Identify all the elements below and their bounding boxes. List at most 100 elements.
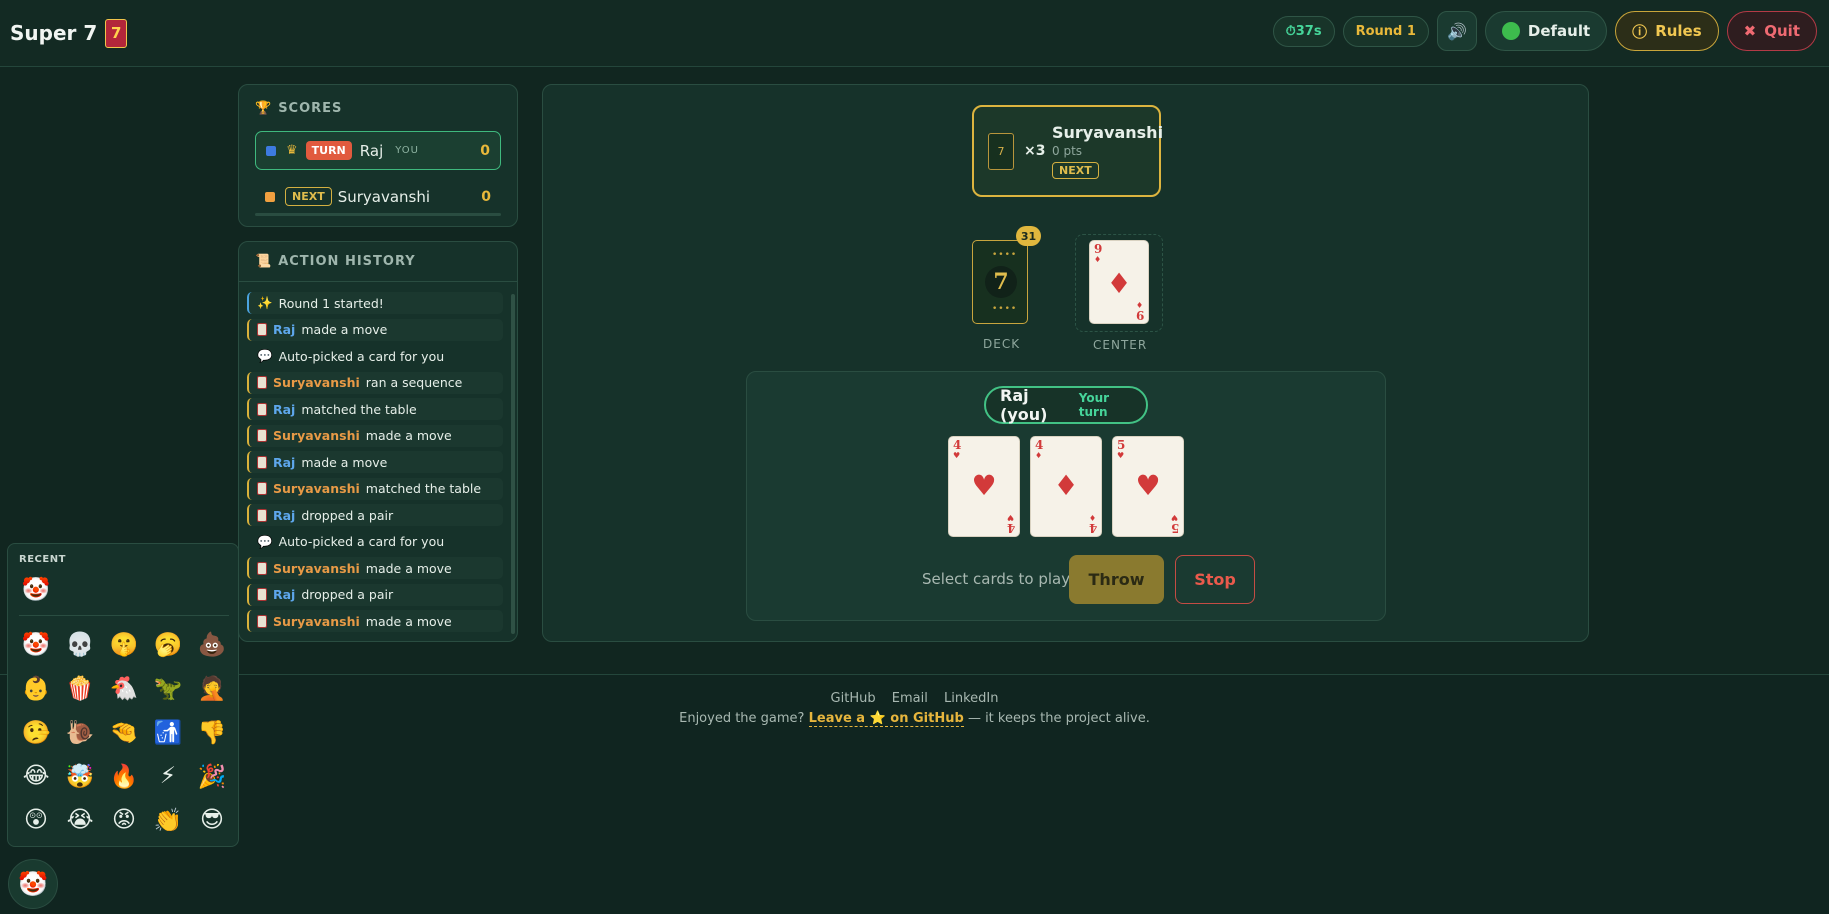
recent-emoji-clown[interactable]: 🤡 [19,572,53,606]
emoji-option[interactable]: 🤯 [63,759,97,793]
history-item: Raj dropped a pair [247,504,503,526]
card-rank-inverted: 5 [1170,521,1179,535]
history-text: dropped a pair [301,587,394,602]
emoji-option[interactable]: 🦖 [151,671,185,705]
trophy-icon: 🏆 [255,101,273,116]
center-label: CENTER [1093,338,1148,352]
history-text: made a move [365,428,452,443]
emoji-option[interactable]: 👶 [19,671,53,705]
history-item: Suryavanshi made a move [247,610,503,632]
hand-card-2[interactable]: 4 ♦ ♦ ♦ 4 [1030,436,1102,537]
hand-card-3[interactable]: 5 ♥ ♥ ♥ 5 [1112,436,1184,537]
hand-card-1[interactable]: 4 ♥ ♥ ♥ 4 [948,436,1020,537]
top-bar: Super 7 7 ⏱ 37s Round 1 🔊 Default ⓘ Rule… [0,0,1829,67]
emoji-option[interactable]: 👏 [151,803,185,837]
opponent-next-badge: NEXT [1052,162,1099,179]
emoji-option[interactable]: 🐔 [107,671,141,705]
current-player-name: Raj (you) [1000,386,1048,424]
history-player-name: Raj [273,401,296,417]
emoji-option[interactable]: 👎 [195,715,229,749]
email-link[interactable]: Email [892,691,928,706]
emoji-option[interactable]: 😭 [63,803,97,837]
emoji-option[interactable]: 🎉 [195,759,229,793]
card-rank-inverted: 9 [1135,308,1144,322]
card-icon [257,429,267,442]
turn-badge: TURN [305,141,352,160]
info-icon: ⓘ [1632,22,1648,41]
emoji-option[interactable]: 💩 [195,627,229,661]
scores-panel: 🏆 SCORES ♛ TURN Raj YOU 0 NEXT Suryavans… [238,84,518,227]
history-text: matched the table [365,481,482,496]
emoji-option[interactable]: 😲 [19,803,53,837]
opponent-name: Suryavanshi [1052,123,1164,142]
history-item: 💬 Auto-picked a card for you [247,531,503,553]
emoji-option[interactable]: 😡 [107,803,141,837]
emoji-option[interactable]: 😂 [19,759,53,793]
deck-emblem: 7 [985,266,1017,298]
rules-button[interactable]: ⓘ Rules [1615,11,1719,51]
footer-note-prefix: Enjoyed the game? [679,711,805,726]
github-star-link[interactable]: Leave a ⭐ on GitHub [808,711,964,727]
history-header: 📜 ACTION HISTORY [239,242,517,282]
history-text: made a move [365,613,452,629]
card-icon [257,508,267,522]
history-item: Suryavanshi matched the table [247,477,503,500]
history-text: made a move [365,560,452,576]
deck-pile[interactable]: •••• 7 •••• [972,240,1028,324]
scores-scroll-indicator [255,213,501,216]
emoji-option[interactable]: 🤏 [107,715,141,749]
emoji-option[interactable]: 🤡 [19,627,53,661]
emoji-option[interactable]: 🤦 [195,671,229,705]
emoji-option[interactable]: 🚮 [151,715,185,749]
history-player-name: Raj [273,507,296,523]
card-suit-small: ♦ [1094,255,1102,264]
card-suit-small: ♦ [1035,451,1043,460]
github-link[interactable]: GitHub [831,691,876,706]
emoji-option[interactable]: 🥱 [151,627,185,661]
score-row-suryavanshi: NEXT Suryavanshi 0 [255,177,501,216]
app-title: Super 7 [10,21,98,45]
emoji-option[interactable]: 🔥 [107,759,141,793]
card-icon [257,455,267,469]
player-name: Raj [359,141,384,160]
history-player-name: Suryavanshi [273,613,360,629]
card-icon [257,323,267,336]
history-item: Suryavanshi ran a sequence [247,371,503,394]
theme-label: Default [1527,22,1591,40]
emoji-option[interactable]: 🤫 [107,627,141,661]
footer-note: Enjoyed the game? Leave a ⭐ on GitHub — … [0,711,1829,727]
emoji-option[interactable]: 😎 [195,803,229,837]
emoji-option[interactable]: ⚡ [151,759,185,793]
center-card: 9 ♦ ♦ ♦ 9 [1089,240,1149,324]
history-list[interactable]: ✨ Round 1 started! Raj made a move 💬 Auto-pic… [247,292,503,637]
history-scrollbar[interactable] [511,294,515,634]
deck-label: DECK [983,337,1021,351]
logo-card-icon: 7 [105,18,128,48]
history-player-name: Raj [273,454,296,470]
emoji-option[interactable]: 🤥 [19,715,53,749]
stop-button[interactable]: Stop [1175,555,1255,604]
opponent-card: 7 ×3 Suryavanshi 0 pts NEXT [972,105,1164,197]
emoji-option[interactable]: 💀 [63,627,97,661]
emoji-option[interactable]: 🐌 [63,715,97,749]
deck-count-badge: 31 [1016,226,1041,246]
linkedin-link[interactable]: LinkedIn [944,691,998,706]
theme-button[interactable]: Default [1484,11,1608,51]
card-suit-small: ♥ [953,451,961,460]
history-item: Raj made a move [247,318,503,341]
speech-bubble-icon: 💬 [257,533,273,549]
scroll-icon: 📜 [255,254,273,269]
emoji-option[interactable]: 🍿 [63,671,97,705]
quit-button[interactable]: ✖ Quit [1726,11,1817,51]
emoji-toggle-button[interactable]: 🤡 [8,859,58,909]
current-player-pill: Raj (you) Your turn [984,386,1148,424]
history-player-name: Suryavanshi [273,481,360,496]
card-icon [257,402,267,416]
sound-toggle-button[interactable]: 🔊 [1436,11,1477,51]
throw-button[interactable]: Throw [1069,555,1164,604]
heart-icon: ♥ [1135,469,1161,502]
card-rank: 4 [1035,438,1044,452]
footer: GitHub Email LinkedIn Enjoyed the game? … [0,674,1829,914]
crown-icon: ♛ [286,143,298,158]
history-text: made a move [301,322,388,337]
